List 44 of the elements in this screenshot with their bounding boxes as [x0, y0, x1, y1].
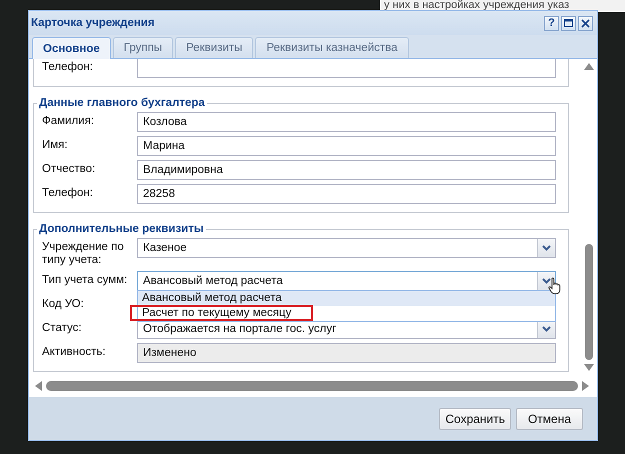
scrollbar-thumb[interactable]	[585, 244, 593, 360]
tab[interactable]: Группы	[112, 37, 174, 58]
maximize-icon[interactable]	[564, 19, 573, 27]
scroll-right-icon[interactable]	[582, 381, 589, 391]
tab[interactable]: Реквизиты казначейства	[255, 37, 409, 58]
scroll-up-icon[interactable]	[584, 63, 594, 70]
help-button[interactable]: ?	[544, 16, 559, 30]
field-label: Статус:	[42, 321, 83, 335]
field-label: Имя:	[42, 138, 69, 152]
readonly-field: Изменено	[137, 343, 556, 363]
field-label: Отчество:	[42, 162, 96, 176]
dropdown-field[interactable]: Казеное	[137, 238, 556, 258]
text-field[interactable]: Марина	[137, 136, 556, 156]
dropdown-field[interactable]: Авансовый метод расчета	[137, 271, 556, 291]
close-icon[interactable]	[581, 18, 590, 28]
maximize-button[interactable]	[561, 16, 576, 30]
scroll-down-icon[interactable]	[584, 364, 594, 371]
close-button[interactable]	[578, 16, 593, 30]
scroll-left-icon[interactable]	[35, 381, 42, 391]
field-label: Телефон:	[42, 186, 94, 200]
dialog-button[interactable]: Сохранить	[439, 408, 511, 430]
field-label: Фамилия:	[42, 114, 96, 128]
tab[interactable]: Реквизиты	[175, 37, 254, 58]
chevron-down-icon[interactable]	[542, 326, 551, 332]
section-title: Данные главного бухгалтера	[37, 96, 207, 110]
chevron-down-icon[interactable]	[542, 245, 551, 251]
window-title: Карточка учреждения	[31, 17, 156, 29]
scrollbar-thumb[interactable]	[46, 381, 578, 391]
field-label: Учреждение по типу учета:	[42, 240, 125, 267]
dropdown-option[interactable]: Расчет по текущему месяцу	[138, 306, 555, 321]
section-title: Дополнительные реквизиты	[37, 222, 206, 236]
field-label: Активность:	[42, 345, 107, 359]
text-field[interactable]: Владимировна	[137, 160, 556, 180]
text-field[interactable]	[137, 59, 556, 78]
dialog-button[interactable]: Отмена	[516, 408, 583, 430]
text-field[interactable]: 28258	[137, 184, 556, 204]
tab[interactable]: Основное	[32, 37, 111, 59]
field-label: Код УО:	[42, 297, 85, 311]
field-label: Тип учета сумм:	[42, 273, 128, 287]
dropdown-option[interactable]: Авансовый метод расчета	[138, 291, 555, 306]
chevron-down-icon[interactable]	[542, 278, 551, 284]
background-text: у них в настройках учреждения указ	[384, 0, 570, 12]
text-field[interactable]: Козлова	[137, 112, 556, 132]
field-label: Телефон:	[42, 60, 94, 74]
